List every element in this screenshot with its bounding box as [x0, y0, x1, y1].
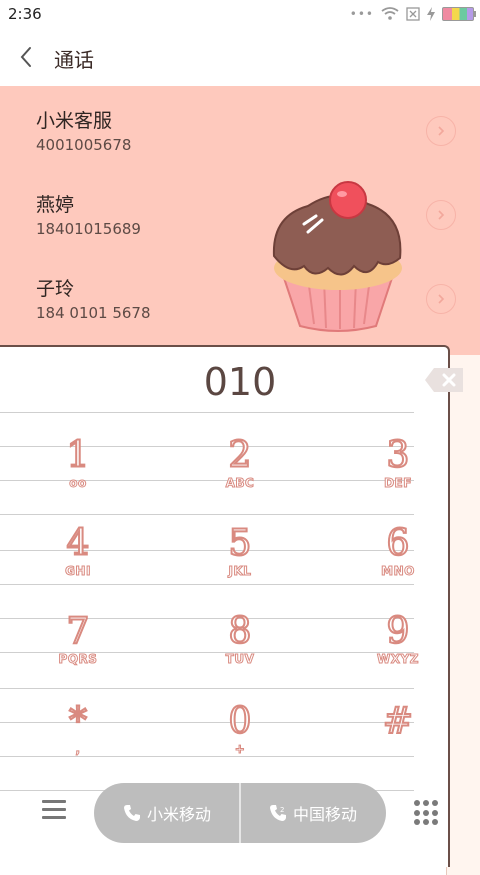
contact-number: 18401015689 — [36, 220, 141, 238]
dial-key-4[interactable]: 4 GHI — [28, 523, 128, 596]
suggestion-row[interactable]: 燕婷 18401015689 — [36, 190, 456, 260]
key-letters: MNO — [381, 564, 415, 579]
key-digit: 6 — [386, 523, 411, 565]
page-title: 通话 — [54, 48, 94, 72]
back-arrow-icon[interactable] — [16, 44, 38, 70]
suggestion-row[interactable]: 小米客服 4001005678 — [36, 106, 456, 176]
phone-icon — [123, 805, 140, 821]
key-digit: 9 — [386, 611, 411, 653]
chevron-right-icon — [438, 294, 445, 304]
key-digit: 4 — [66, 523, 91, 565]
dial-input[interactable]: 010 — [0, 360, 480, 404]
contact-detail-button[interactable] — [426, 116, 456, 146]
key-digit: 2 — [228, 435, 253, 477]
more-dots-icon: ••• — [349, 7, 374, 21]
contact-name: 小米客服 — [36, 110, 113, 132]
contact-suggestions: 小米客服 4001005678 燕婷 18401015689 子玲 184 01… — [0, 86, 480, 356]
dial-key-0[interactable]: 0 + — [190, 701, 290, 774]
key-letters: ABC — [225, 476, 255, 491]
key-letters: TUV — [225, 652, 255, 667]
sim2-label: 中国移动 — [292, 805, 357, 824]
contact-number: 184 0101 5678 — [36, 304, 151, 322]
status-bar: 2:36 ••• — [0, 0, 480, 28]
charging-icon — [427, 7, 435, 21]
contact-detail-button[interactable] — [426, 284, 456, 314]
key-digit: # — [382, 701, 414, 743]
key-digit: 8 — [228, 611, 253, 653]
battery-icon — [442, 7, 476, 21]
key-letters: JKL — [228, 564, 252, 579]
notebook-line — [0, 688, 414, 689]
keypad-icon[interactable] — [414, 800, 438, 826]
sim-off-icon — [406, 7, 420, 21]
key-letters: PQRS — [58, 652, 98, 667]
contact-name: 燕婷 — [36, 194, 75, 216]
dial-key-star[interactable]: * , — [28, 701, 128, 774]
wifi-icon — [381, 7, 399, 20]
call-sim1-button[interactable]: 小米移动 — [94, 783, 240, 843]
call-bar: 小米移动 2 中国移动 — [94, 783, 386, 843]
contact-name: 子玲 — [36, 278, 75, 300]
sim1-label: 小米移动 — [146, 805, 211, 824]
call-sim2-button[interactable]: 2 中国移动 — [240, 783, 386, 843]
dial-key-8[interactable]: 8 TUV — [190, 611, 290, 684]
key-letters: oo — [69, 476, 87, 491]
key-letters: DEF — [384, 476, 412, 491]
key-digit: 1 — [66, 435, 91, 477]
dial-key-2[interactable]: 2 ABC — [190, 435, 290, 508]
status-time: 2:36 — [8, 5, 42, 23]
suggestion-row[interactable]: 子玲 184 0101 5678 — [36, 274, 456, 344]
dial-key-6[interactable]: 6 MNO — [348, 523, 448, 596]
key-letters: WXYZ — [377, 652, 419, 667]
chevron-right-icon — [438, 126, 445, 136]
key-letters: + — [234, 742, 246, 757]
dial-key-7[interactable]: 7 PQRS — [28, 611, 128, 684]
dial-key-5[interactable]: 5 JKL — [190, 523, 290, 596]
key-digit: 5 — [228, 523, 253, 565]
sim2-index: 2 — [280, 806, 284, 814]
dial-key-9[interactable]: 9 WXYZ — [348, 611, 448, 684]
contact-detail-button[interactable] — [426, 200, 456, 230]
key-letters: GHI — [65, 564, 91, 579]
contact-number: 4001005678 — [36, 136, 132, 154]
dial-key-hash[interactable]: # — [348, 701, 448, 774]
phone-sim2-icon: 2 — [269, 805, 286, 821]
notebook-back-page — [446, 355, 480, 875]
menu-icon[interactable] — [42, 800, 66, 820]
chevron-right-icon — [438, 210, 445, 220]
dial-key-1[interactable]: 1 oo — [28, 435, 128, 508]
key-digit: 0 — [228, 701, 253, 743]
delete-icon[interactable] — [424, 367, 464, 393]
key-letters: , — [75, 742, 81, 757]
key-digit: * — [68, 701, 88, 743]
notebook-line — [0, 412, 414, 413]
status-icons: ••• — [349, 4, 476, 24]
notebook-line — [0, 514, 414, 515]
dial-key-3[interactable]: 3 DEF — [348, 435, 448, 508]
key-digit: 7 — [66, 611, 91, 653]
header: 通话 — [0, 28, 480, 86]
key-digit: 3 — [386, 435, 411, 477]
